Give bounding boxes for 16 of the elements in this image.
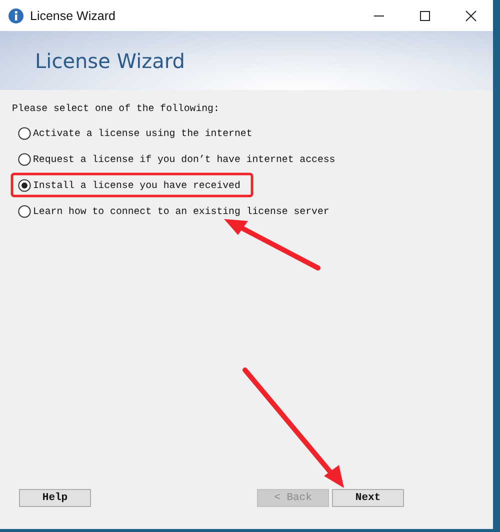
info-icon [8,8,24,24]
radio-option[interactable]: Request a license if you don’t have internet access [18,146,336,172]
maximize-icon[interactable] [419,10,431,22]
radio-button[interactable] [18,178,31,192]
radio-button[interactable] [18,126,31,140]
wizard-button[interactable]: Help [19,489,91,507]
radio-option[interactable]: Install a license you have received [18,172,240,198]
close-icon[interactable] [465,10,477,22]
prompt-text: Please select one of the following: [12,103,220,114]
radio-button[interactable] [18,204,31,218]
radio-button[interactable] [18,152,31,166]
wizard-button[interactable]: Next [332,489,404,507]
header-title: License Wizard [35,48,185,72]
window-title: License Wizard [30,8,116,22]
radio-option[interactable]: Activate a license using the internet [18,120,252,146]
radio-option[interactable]: Learn how to connect to an existing license server [18,198,330,224]
